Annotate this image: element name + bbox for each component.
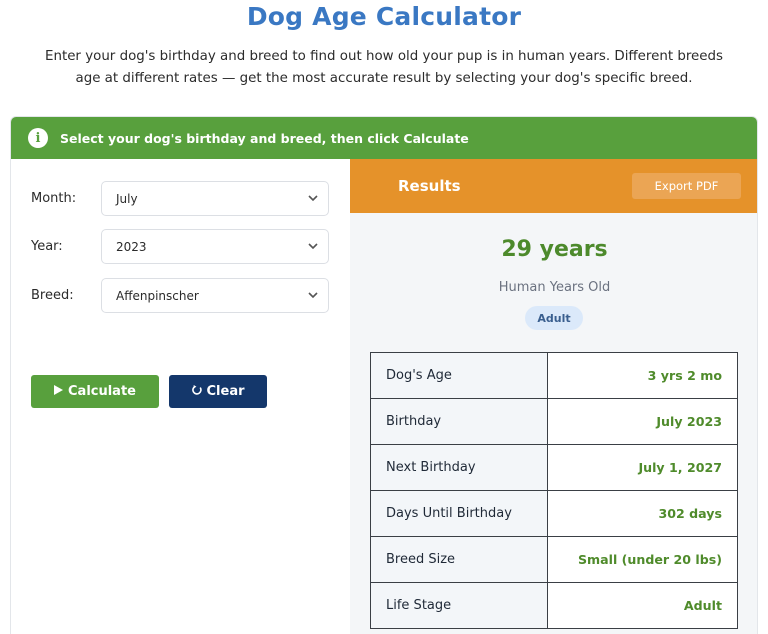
intro-text: Enter your dog's birthday and breed to f… [45,49,723,86]
table-row: Next Birthday July 1, 2027 [370,444,738,491]
month-select[interactable]: July [101,181,329,216]
row-value: July 1, 2027 [547,444,738,491]
instruction-banner: i Select your dog's birthday and breed, … [11,117,757,159]
human-years-label: Human Years Old [498,280,611,295]
row-label: Dog's Age [370,352,548,399]
banner-text: Select your dog's birthday and breed, th… [60,130,469,146]
table-row: Days Until Birthday 302 days [370,490,738,537]
info-icon: i [28,128,48,148]
chevron-down-icon [308,291,318,301]
table-row: Breed Size Small (under 20 lbs) [370,536,738,583]
table-row: Life Stage Adult [370,582,738,629]
results-title: Results [398,177,461,195]
row-value: July 2023 [547,398,738,445]
breed-label: Breed: [31,288,74,303]
human-years-value: 29 years [501,237,608,262]
row-label: Breed Size [370,536,548,583]
row-label: Days Until Birthday [370,490,548,537]
results-header: Results Export PDF [350,159,757,213]
table-row: Dog's Age 3 yrs 2 mo [370,352,738,399]
row-value: Adult [547,582,738,629]
reset-icon [191,385,202,398]
clear-button-label: Clear [206,384,245,399]
year-select-value: 2023 [116,239,147,254]
row-value: 302 days [547,490,738,537]
play-icon [54,385,63,398]
calculate-button[interactable]: Calculate [31,375,159,408]
results-panel: Results Export PDF 29 years Human Years … [350,159,757,634]
row-label: Birthday [370,398,548,445]
year-label: Year: [31,239,63,254]
calculate-button-label: Calculate [68,384,136,399]
row-value: 3 yrs 2 mo [547,352,738,399]
export-pdf-button[interactable]: Export PDF [632,173,741,199]
row-value: Small (under 20 lbs) [547,536,738,583]
input-panel: Month: July Year: 2023 Breed: Affenpinsc… [11,159,350,634]
row-label: Life Stage [370,582,548,629]
clear-button[interactable]: Clear [169,375,267,408]
chevron-down-icon [308,242,318,252]
table-row: Birthday July 2023 [370,398,738,445]
year-row: Year: 2023 [31,229,329,264]
chevron-down-icon [308,194,318,204]
results-table: Dog's Age 3 yrs 2 mo Birthday July 2023 … [370,352,738,629]
month-row: Month: July [31,181,329,216]
year-select[interactable]: 2023 [101,229,329,264]
page-title: Dog Age Calculator [246,2,522,31]
row-label: Next Birthday [370,444,548,491]
breed-select-value: Affenpinscher [116,288,199,303]
month-select-value: July [116,191,138,206]
calculator-card: i Select your dog's birthday and breed, … [10,116,758,634]
month-label: Month: [31,191,77,206]
life-stage-badge: Adult [525,306,583,330]
breed-select[interactable]: Affenpinscher [101,278,329,313]
breed-row: Breed: Affenpinscher [31,278,329,313]
